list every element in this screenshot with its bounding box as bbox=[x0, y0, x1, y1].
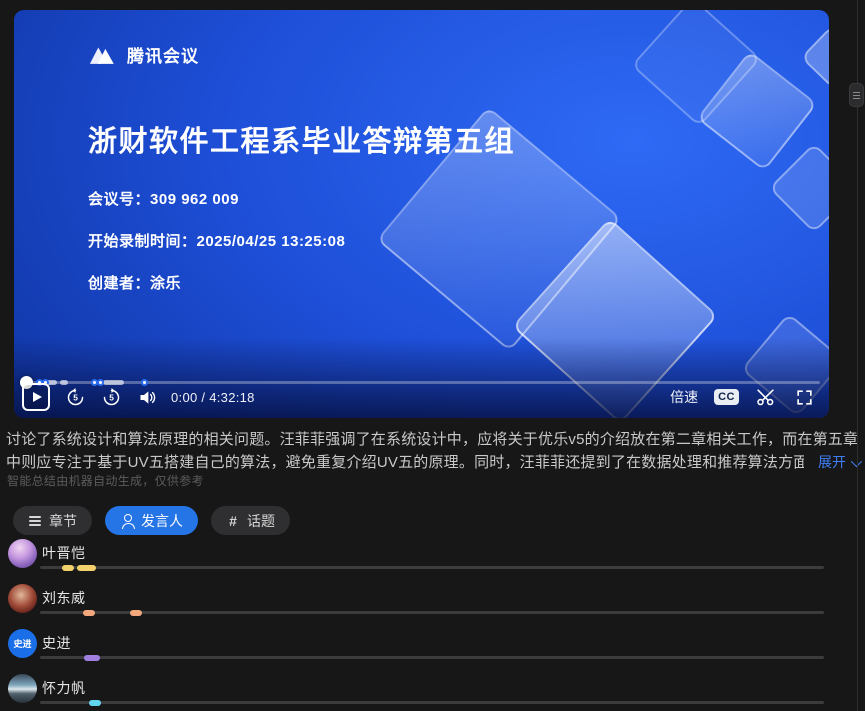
speaker-timeline[interactable] bbox=[40, 566, 824, 569]
tab-label: 章节 bbox=[49, 511, 77, 531]
ai-disclaimer: 智能总结由机器自动生成，仅供参考 bbox=[7, 472, 204, 489]
speaker-avatar bbox=[8, 674, 37, 703]
speech-segment[interactable] bbox=[130, 610, 142, 616]
playback-speed-button[interactable]: 倍速 bbox=[670, 387, 698, 407]
glass-cube-decoration bbox=[769, 143, 829, 234]
speaker-avatar: 史进 bbox=[8, 629, 37, 658]
speech-segment[interactable] bbox=[77, 565, 96, 571]
tab-label: 话题 bbox=[247, 511, 275, 531]
meta-label: 创建者： bbox=[88, 275, 150, 292]
chapters-icon bbox=[28, 514, 42, 528]
speaker-avatar bbox=[8, 539, 37, 568]
speaker-row[interactable]: 刘东威 bbox=[0, 581, 865, 626]
tencent-meeting-logo-icon bbox=[88, 44, 118, 65]
meta-value: 涂乐 bbox=[150, 275, 181, 292]
meeting-meta-row: 开始录制时间：2025/04/25 13:25:08 bbox=[88, 230, 345, 251]
tab-label: 发言人 bbox=[141, 511, 183, 531]
tab-speaker[interactable]: 发言人 bbox=[105, 506, 198, 535]
expand-summary-button[interactable]: 展开 bbox=[804, 451, 859, 474]
tab-chapters[interactable]: 章节 bbox=[13, 506, 92, 535]
meta-label: 会议号： bbox=[88, 191, 150, 208]
time-display: 0:00 / 4:32:18 bbox=[171, 390, 255, 405]
player-controls: 5 5 0:00 / 4:32:18 倍速 CC bbox=[14, 382, 829, 412]
view-tabs: 章节 发言人 # 话题 bbox=[13, 506, 290, 535]
speaker-row[interactable]: 史进 史进 bbox=[0, 626, 865, 671]
speech-segment[interactable] bbox=[62, 565, 74, 571]
meta-value: 309 962 009 bbox=[150, 191, 239, 208]
meeting-meta: 会议号：309 962 009 开始录制时间：2025/04/25 13:25:… bbox=[88, 188, 345, 314]
side-panel-handle[interactable] bbox=[849, 83, 864, 107]
meeting-meta-row: 创建者：涂乐 bbox=[88, 272, 345, 293]
glass-cube-decoration bbox=[800, 24, 829, 89]
speaker-icon bbox=[120, 514, 134, 528]
meeting-meta-row: 会议号：309 962 009 bbox=[88, 188, 345, 209]
svg-text:5: 5 bbox=[109, 392, 114, 402]
video-player[interactable]: 腾讯会议 浙财软件工程系毕业答辩第五组 会议号：309 962 009 开始录制… bbox=[14, 10, 829, 418]
ai-summary-text: 讨论了系统设计和算法原理的相关问题。汪菲菲强调了在系统设计中，应将关于优乐v5的… bbox=[6, 428, 859, 474]
brand-name: 腾讯会议 bbox=[127, 42, 199, 67]
captions-button[interactable]: CC bbox=[714, 389, 739, 405]
speaker-timeline[interactable] bbox=[40, 656, 824, 659]
speaker-avatar bbox=[8, 584, 37, 613]
meeting-title: 浙财软件工程系毕业答辩第五组 bbox=[88, 118, 515, 160]
play-icon bbox=[33, 392, 42, 402]
speaker-row[interactable]: 叶晋恺 bbox=[0, 536, 865, 581]
tab-topic[interactable]: # 话题 bbox=[211, 506, 290, 535]
speaker-row[interactable]: 怀力帆 bbox=[0, 671, 865, 711]
expand-label: 展开 bbox=[818, 451, 846, 474]
rewind-5s-button[interactable]: 5 bbox=[64, 386, 86, 408]
speaker-list: 叶晋恺 刘东威 史进 史进 怀力帆 bbox=[0, 536, 865, 711]
speaker-name: 叶晋恺 bbox=[42, 543, 86, 563]
speech-segment[interactable] bbox=[83, 610, 95, 616]
speaker-name: 史进 bbox=[42, 633, 71, 653]
meeting-recording-page: 腾讯会议 浙财软件工程系毕业答辩第五组 会议号：309 962 009 开始录制… bbox=[0, 0, 865, 711]
svg-text:5: 5 bbox=[73, 392, 78, 402]
forward-5s-button[interactable]: 5 bbox=[100, 386, 122, 408]
topic-icon: # bbox=[226, 514, 240, 528]
brand-logo: 腾讯会议 bbox=[88, 42, 199, 67]
speaker-name: 怀力帆 bbox=[42, 678, 86, 698]
volume-button[interactable] bbox=[136, 386, 158, 408]
speech-segment[interactable] bbox=[84, 655, 100, 661]
play-button[interactable] bbox=[22, 383, 50, 411]
speaker-timeline[interactable] bbox=[40, 701, 824, 704]
speaker-timeline[interactable] bbox=[40, 611, 824, 614]
fullscreen-button[interactable] bbox=[793, 386, 815, 408]
speaker-name: 刘东威 bbox=[42, 588, 86, 608]
speech-segment[interactable] bbox=[89, 700, 101, 706]
meta-label: 开始录制时间： bbox=[88, 233, 197, 250]
meta-value: 2025/04/25 13:25:08 bbox=[197, 233, 346, 250]
clip-scissors-button[interactable] bbox=[755, 386, 777, 408]
